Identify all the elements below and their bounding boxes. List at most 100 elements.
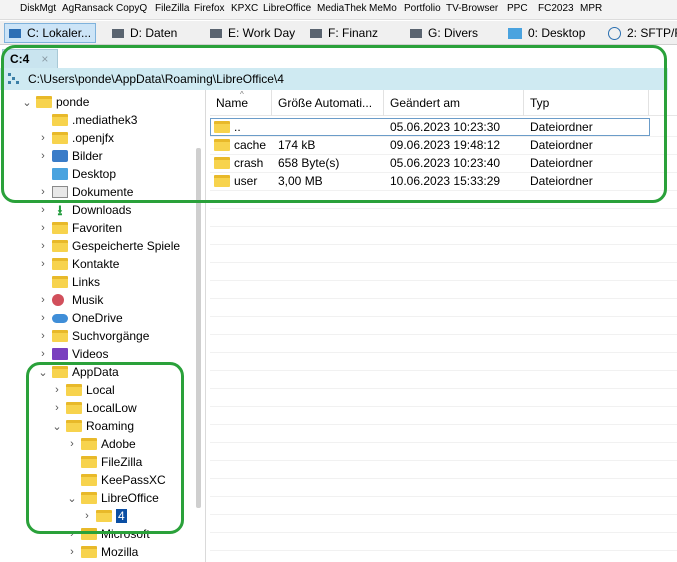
drive-button-4[interactable]: G: Divers: [410, 23, 478, 43]
tree-node--openjfx[interactable]: › .openjfx: [38, 129, 114, 147]
tree-node-adobe[interactable]: › Adobe: [67, 435, 136, 453]
row-gridline: [210, 226, 677, 227]
chevron-right-icon[interactable]: ›: [38, 312, 48, 324]
tree-node-downloads[interactable]: › ⭳ Downloads: [38, 201, 131, 219]
tree-node-gespeicherte-spiele[interactable]: › Gespeicherte Spiele: [38, 237, 180, 255]
tree-node-label: FileZilla: [101, 455, 143, 469]
row-gridline: [210, 190, 677, 191]
toolbar-item-memo[interactable]: MeMo: [369, 3, 397, 14]
folder-icon: [36, 96, 52, 108]
tree-node-label: LocalLow: [86, 401, 137, 415]
chevron-right-icon[interactable]: ›: [82, 510, 92, 522]
chevron-right-icon[interactable]: ›: [38, 222, 48, 234]
table-row[interactable]: cache 174 kB 09.06.2023 19:48:12 Dateiordne…: [210, 136, 677, 154]
music-icon: [52, 294, 64, 306]
cell-type: Dateiordner: [530, 118, 593, 136]
table-row[interactable]: crash 658 Byte(s) 05.06.2023 10:23:40 Datei…: [210, 154, 677, 172]
toolbar-item-mediathek[interactable]: MediaThek: [317, 3, 366, 14]
folder-icon: [52, 366, 68, 378]
chevron-right-icon[interactable]: ›: [52, 402, 62, 414]
table-row[interactable]: user 3,00 MB 10.06.2023 15:33:29 Dateiordne…: [210, 172, 677, 190]
chevron-right-icon[interactable]: ›: [52, 384, 62, 396]
tree-node-microsoft[interactable]: › Microsoft: [67, 525, 150, 543]
tree-node-suchvorg-nge[interactable]: › Suchvorgänge: [38, 327, 149, 345]
tree-node-favoriten[interactable]: › Favoriten: [38, 219, 122, 237]
toolbar-item-tv-browser[interactable]: TV-Browser: [446, 3, 498, 14]
tree-node-kontakte[interactable]: › Kontakte: [38, 255, 119, 273]
drive-button-3[interactable]: F: Finanz: [310, 23, 378, 43]
folder-icon: [214, 139, 230, 151]
toolbar-item-copyq[interactable]: CopyQ: [116, 3, 147, 14]
toolbar-item-agransack[interactable]: AgRansack: [62, 3, 113, 14]
cell-text: Dateiordner: [530, 156, 593, 170]
tree-node-label: Suchvorgänge: [72, 329, 150, 343]
drive-button-5[interactable]: 0: Desktop: [508, 23, 585, 43]
tree-node-keepassxc[interactable]: KeePassXC: [67, 471, 166, 489]
cell-text: 10.06.2023 15:33:29: [390, 174, 501, 188]
chevron-right-icon[interactable]: ›: [38, 132, 48, 144]
chevron-right-icon[interactable]: ›: [38, 204, 48, 216]
folder-icon: [52, 330, 68, 342]
drive-button-6[interactable]: 2: SFTP/FT: [608, 23, 677, 43]
drive-button-1[interactable]: D: Daten: [112, 23, 177, 43]
tree-node-roaming[interactable]: ⌄ Roaming: [52, 417, 134, 435]
chevron-down-icon[interactable]: ⌄: [22, 96, 32, 109]
column-header-3[interactable]: Typ: [524, 90, 649, 116]
chevron-right-icon[interactable]: ›: [67, 528, 77, 540]
toolbar-item-filezilla[interactable]: FileZilla: [155, 3, 189, 14]
column-header: ^ Name Größe Automati... Geändert am Typ: [210, 90, 677, 116]
close-icon[interactable]: ×: [41, 52, 48, 66]
tree-node-filezilla[interactable]: FileZilla: [67, 453, 142, 471]
drive-button-0[interactable]: C: Lokaler...: [4, 23, 97, 43]
tree-node-local[interactable]: › Local: [52, 381, 115, 399]
chevron-right-icon[interactable]: ›: [38, 258, 48, 270]
toolbar-item-fc2023[interactable]: FC2023: [538, 3, 574, 14]
row-gridline: [210, 208, 677, 209]
toolbar-item-mpr[interactable]: MPR: [580, 3, 602, 14]
chevron-right-icon[interactable]: ›: [67, 546, 77, 558]
folder-icon: [81, 438, 97, 450]
tree-node--mediathek3[interactable]: .mediathek3: [38, 111, 137, 129]
toolbar-item-firefox[interactable]: Firefox: [194, 3, 225, 14]
chevron-right-icon[interactable]: ›: [38, 150, 48, 162]
tree-node-bilder[interactable]: › Bilder: [38, 147, 103, 165]
toolbar-grip-icon: [0, 0, 12, 20]
tree-node-links[interactable]: Links: [38, 273, 100, 291]
column-header-0[interactable]: Name: [210, 90, 272, 116]
tree-node-ponde[interactable]: ⌄ ponde: [22, 93, 89, 111]
tree-node-onedrive[interactable]: › OneDrive: [38, 309, 123, 327]
toolbar-item-diskmgt[interactable]: DiskMgt: [20, 3, 56, 14]
toolbar-item-libreoffice[interactable]: LibreOffice: [263, 3, 311, 14]
chevron-right-icon[interactable]: ›: [38, 186, 48, 198]
chevron-right-icon[interactable]: ›: [38, 294, 48, 306]
tree-node-dokumente[interactable]: › Dokumente: [38, 183, 133, 201]
tree-node-4[interactable]: › 4: [82, 507, 127, 525]
chevron-down-icon[interactable]: ⌄: [52, 420, 62, 433]
tree-node-musik[interactable]: › Musik: [38, 291, 103, 309]
row-gridline: [210, 154, 677, 155]
chevron-down-icon[interactable]: ⌄: [38, 366, 48, 379]
chevron-right-icon[interactable]: ›: [38, 240, 48, 252]
toolbar-item-ppc[interactable]: PPC: [507, 3, 528, 14]
chevron-right-icon[interactable]: ›: [38, 348, 48, 360]
drive-button-2[interactable]: E: Work Day: [210, 23, 295, 43]
tree-node-videos[interactable]: › Videos: [38, 345, 108, 363]
table-row[interactable]: .. 05.06.2023 10:23:30 Dateiordner: [210, 118, 677, 136]
tab-c4[interactable]: C:4 ×: [2, 49, 58, 68]
chevron-right-icon[interactable]: ›: [38, 330, 48, 342]
tree-node-desktop[interactable]: Desktop: [38, 165, 116, 183]
tree-node-appdata[interactable]: ⌄ AppData: [38, 363, 118, 381]
chevron-right-icon[interactable]: ›: [67, 438, 77, 450]
toolbar-item-portfolio[interactable]: Portfolio: [404, 3, 441, 14]
tree-scrollbar[interactable]: [196, 148, 201, 508]
row-gridline: [210, 406, 677, 407]
toolbar-item-kpxc[interactable]: KPXC: [231, 3, 258, 14]
tree-node-locallow[interactable]: › LocalLow: [52, 399, 137, 417]
folder-icon: [52, 132, 68, 144]
path-bar[interactable]: C:\Users\ponde\AppData\Roaming\LibreOffi…: [0, 68, 668, 90]
column-header-2[interactable]: Geändert am: [384, 90, 524, 116]
column-header-1[interactable]: Größe Automati...: [272, 90, 384, 116]
tree-node-mozilla[interactable]: › Mozilla: [67, 543, 138, 561]
chevron-down-icon[interactable]: ⌄: [67, 492, 77, 505]
tree-node-libreoffice[interactable]: ⌄ LibreOffice: [67, 489, 158, 507]
